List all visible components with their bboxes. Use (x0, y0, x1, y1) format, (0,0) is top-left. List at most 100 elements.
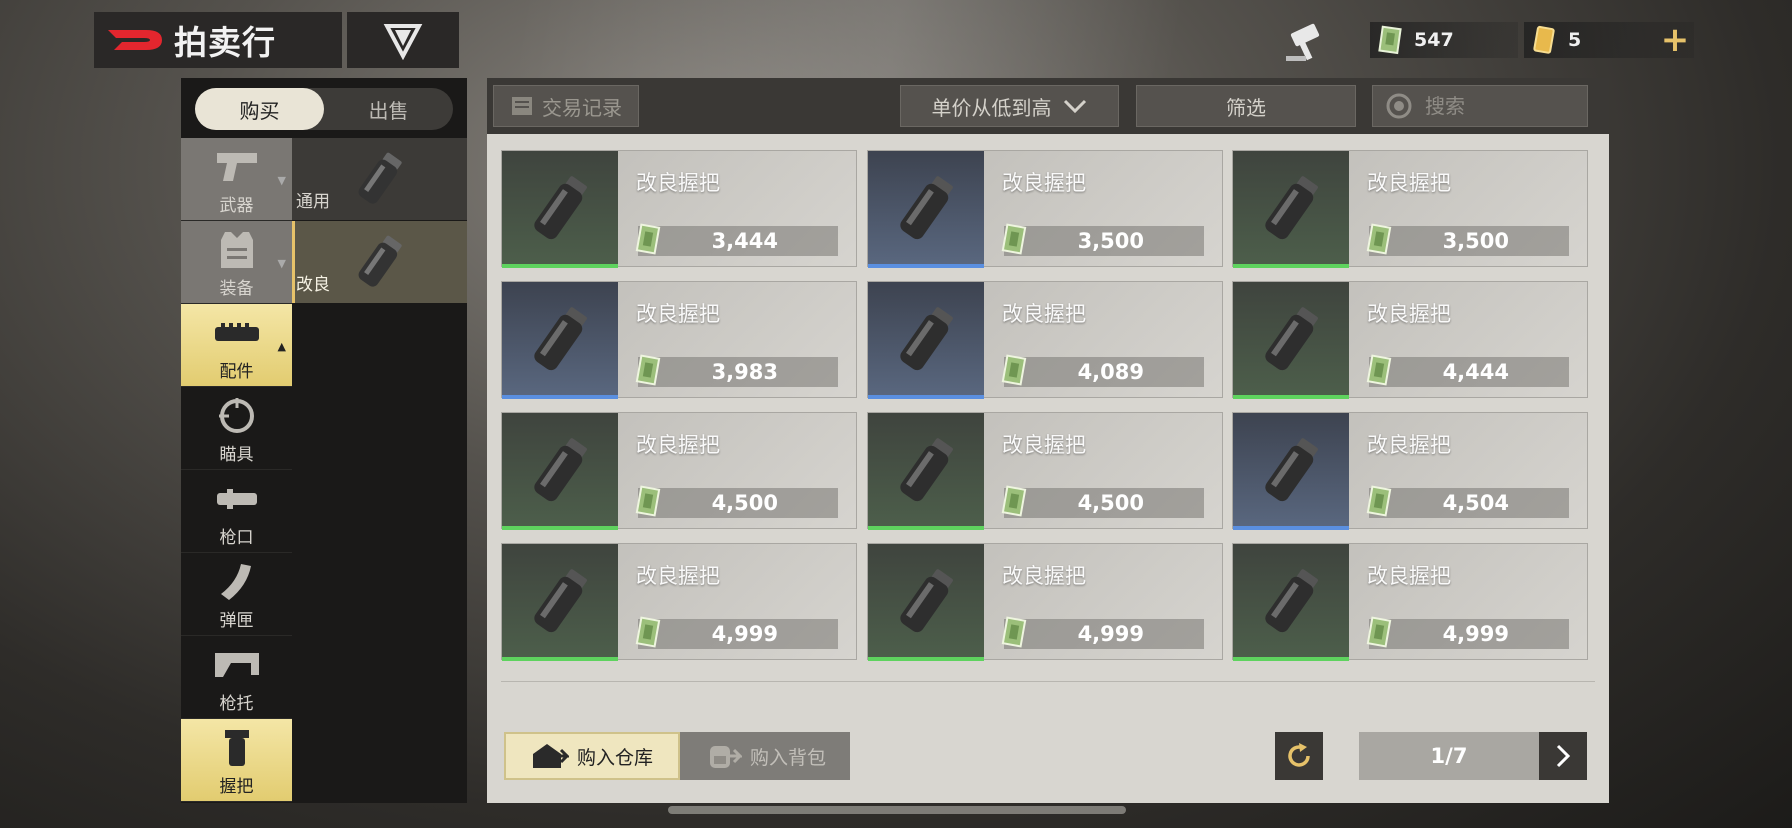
listing-card[interactable]: 改良握把 3,983 (501, 281, 857, 399)
search-icon (1386, 93, 1412, 119)
listing-card[interactable]: 改良握把 4,500 (501, 412, 857, 530)
price-row: 4,500 (635, 485, 838, 518)
category-weapon[interactable]: ▼ 武器 (181, 138, 292, 221)
auction-hammer-icon[interactable] (1282, 20, 1330, 64)
rarity-bar (502, 526, 618, 530)
listing-card[interactable]: 改良握把 4,999 (1232, 543, 1588, 661)
cash-icon (1366, 223, 1392, 255)
tab-sell[interactable]: 出售 (324, 88, 453, 130)
item-thumbnail (868, 413, 984, 530)
category-attachment[interactable]: ▲ 配件 (181, 304, 292, 387)
listing-card[interactable]: 改良握把 4,999 (501, 543, 857, 661)
item-name: 改良握把 (636, 433, 720, 457)
price-row: 3,444 (635, 223, 838, 256)
rarity-bar (868, 657, 984, 661)
price-row: 4,504 (1366, 485, 1569, 518)
category-scope[interactable]: 瞄具 (181, 387, 292, 470)
listing-card[interactable]: 改良握把 4,500 (867, 412, 1223, 530)
item-price: 4,999 (1077, 622, 1144, 646)
buy-sell-tabs: 购买 出售 (195, 88, 453, 130)
rarity-bar (868, 395, 984, 399)
item-thumbnail (1233, 151, 1349, 268)
item-name: 改良握把 (1002, 564, 1086, 588)
rarity-bar (1233, 526, 1349, 530)
title-bar: 拍卖行 (94, 12, 342, 68)
item-name: 改良握把 (1002, 171, 1086, 195)
coin-value: 5 (1568, 29, 1582, 51)
cash-icon (635, 485, 661, 517)
grip-icon (900, 176, 953, 240)
category-equipment[interactable]: ▼ 装备 (181, 221, 292, 304)
price-row: 4,500 (1001, 485, 1204, 518)
listing-card[interactable]: 改良握把 4,089 (867, 281, 1223, 399)
refresh-button[interactable] (1275, 732, 1323, 780)
grip-icon (534, 176, 587, 240)
v-menu-button[interactable] (347, 12, 459, 68)
category-panel: 购买 出售 ▼ 武器 ▼ 装备 ▲ 配件 瞄具 枪口 弹匣 枪托 握把 通用 改… (181, 78, 467, 803)
grip-icon (534, 307, 587, 371)
trade-history-button[interactable]: 交易记录 (493, 85, 639, 127)
category-grip[interactable]: 握把 (181, 719, 292, 802)
subcategory-general[interactable]: 通用 (292, 138, 467, 221)
listing-card[interactable]: 改良握把 3,444 (501, 150, 857, 268)
subcategory-improved[interactable]: 改良 (292, 221, 467, 304)
price-row: 4,999 (1001, 616, 1204, 649)
listing-card[interactable]: 改良握把 4,999 (867, 543, 1223, 661)
chevron-down-icon: ▼ (277, 174, 286, 187)
listing-card[interactable]: 改良握把 4,504 (1232, 412, 1588, 530)
grip-icon (1265, 176, 1318, 240)
page-title: 拍卖行 (174, 23, 276, 62)
cash-balance: 547 (1370, 22, 1518, 58)
item-price: 3,500 (1442, 229, 1509, 253)
price-row: 4,999 (1366, 616, 1569, 649)
rarity-bar (502, 395, 618, 399)
cash-icon (635, 616, 661, 648)
item-thumbnail (868, 544, 984, 661)
item-thumbnail (502, 413, 618, 530)
item-thumbnail (868, 151, 984, 268)
listing-card[interactable]: 改良握把 4,444 (1232, 281, 1588, 399)
price-row: 4,444 (1366, 354, 1569, 387)
cash-icon (1378, 25, 1402, 55)
grip-icon (534, 438, 587, 502)
chevron-down-icon: ▼ (277, 257, 286, 270)
stock-icon (214, 653, 259, 677)
item-thumbnail (1233, 413, 1349, 530)
search-box (1372, 85, 1588, 127)
item-name: 改良握把 (1367, 433, 1451, 457)
category-stock[interactable]: 枪托 (181, 636, 292, 719)
price-row: 3,983 (635, 354, 838, 387)
grip-icon (1265, 438, 1318, 502)
cash-icon (1001, 485, 1027, 517)
vest-icon (220, 232, 253, 268)
listing-card[interactable]: 改良握把 3,500 (867, 150, 1223, 268)
grip-icon (1265, 569, 1318, 633)
item-name: 改良握把 (1002, 302, 1086, 326)
filter-button[interactable]: 筛选 (1136, 85, 1356, 127)
buy-to-warehouse-button[interactable]: 购入仓库 (504, 732, 680, 780)
next-page-button[interactable] (1539, 732, 1587, 780)
cash-icon (635, 223, 661, 255)
warehouse-icon (532, 744, 569, 768)
listing-card[interactable]: 改良握把 3,500 (1232, 150, 1588, 268)
cash-value: 547 (1414, 29, 1454, 51)
selection-marker (292, 221, 295, 303)
item-name: 改良握把 (1367, 564, 1451, 588)
price-row: 3,500 (1366, 223, 1569, 256)
search-input[interactable] (1425, 94, 1575, 118)
tab-buy[interactable]: 购买 (195, 88, 324, 130)
category-muzzle[interactable]: 枪口 (181, 470, 292, 553)
item-price: 4,089 (1077, 360, 1144, 384)
buy-to-backpack-button[interactable]: 购入背包 (680, 732, 850, 780)
cash-icon (635, 354, 661, 386)
subcategory-list: 通用 改良 (292, 138, 467, 304)
cash-icon (1366, 616, 1392, 648)
magazine-icon (220, 564, 251, 600)
backpack-icon (709, 746, 742, 768)
add-currency-button[interactable]: + (1656, 20, 1694, 60)
sort-dropdown[interactable]: 单价从低到高 (900, 85, 1119, 127)
category-magazine[interactable]: 弹匣 (181, 553, 292, 636)
listing-panel: 交易记录 单价从低到高 筛选 改良握把 3,444 改良握把 3,500 改良握把 3,5… (487, 78, 1609, 803)
divider (501, 681, 1595, 682)
logo-icon (108, 30, 162, 50)
